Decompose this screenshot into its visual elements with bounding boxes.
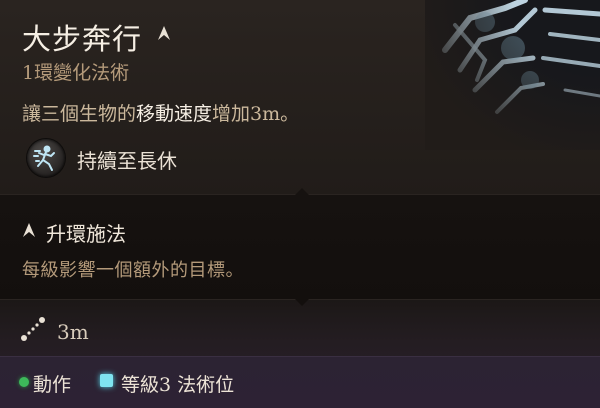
spell-slot-cost-label: 等級3 法術位: [121, 374, 235, 396]
action-dot-icon: [19, 377, 29, 387]
description-text-end: 增加3m。: [212, 103, 300, 125]
spell-duration: 持續至長休: [77, 149, 177, 173]
spell-level-school: 1環變化法術: [22, 62, 130, 84]
spell-tooltip: 大步奔行 1環變化法術 讓三個生物的移動速度增加3m。 持續至長休 升環施法 每…: [0, 0, 600, 408]
spell-art-icon: [425, 0, 600, 150]
spell-slot-icon: [100, 374, 113, 387]
upcast-chevron-icon: [23, 223, 35, 237]
description-text: 讓三個生物的: [22, 103, 137, 125]
upcast-title: 升環施法: [46, 222, 126, 246]
range-icon: [21, 317, 45, 341]
running-figure-icon: [27, 139, 65, 177]
panel-notch-bottom: [295, 299, 309, 306]
upcast-panel: 升環施法 每級影響一個額外的目標。: [0, 188, 600, 306]
panel-notch-top: [295, 188, 309, 195]
upcast-description: 每級影響一個額外的目標。: [22, 260, 244, 281]
description-keyword[interactable]: 移動速度: [136, 103, 212, 125]
spell-name: 大步奔行: [22, 22, 143, 56]
spell-range: 3m: [57, 320, 89, 344]
upcast-chevron-icon: [158, 26, 170, 40]
action-cost-label: 動作: [33, 374, 72, 396]
cost-footer: [0, 356, 600, 408]
spell-description: 讓三個生物的移動速度增加3m。: [22, 99, 299, 126]
